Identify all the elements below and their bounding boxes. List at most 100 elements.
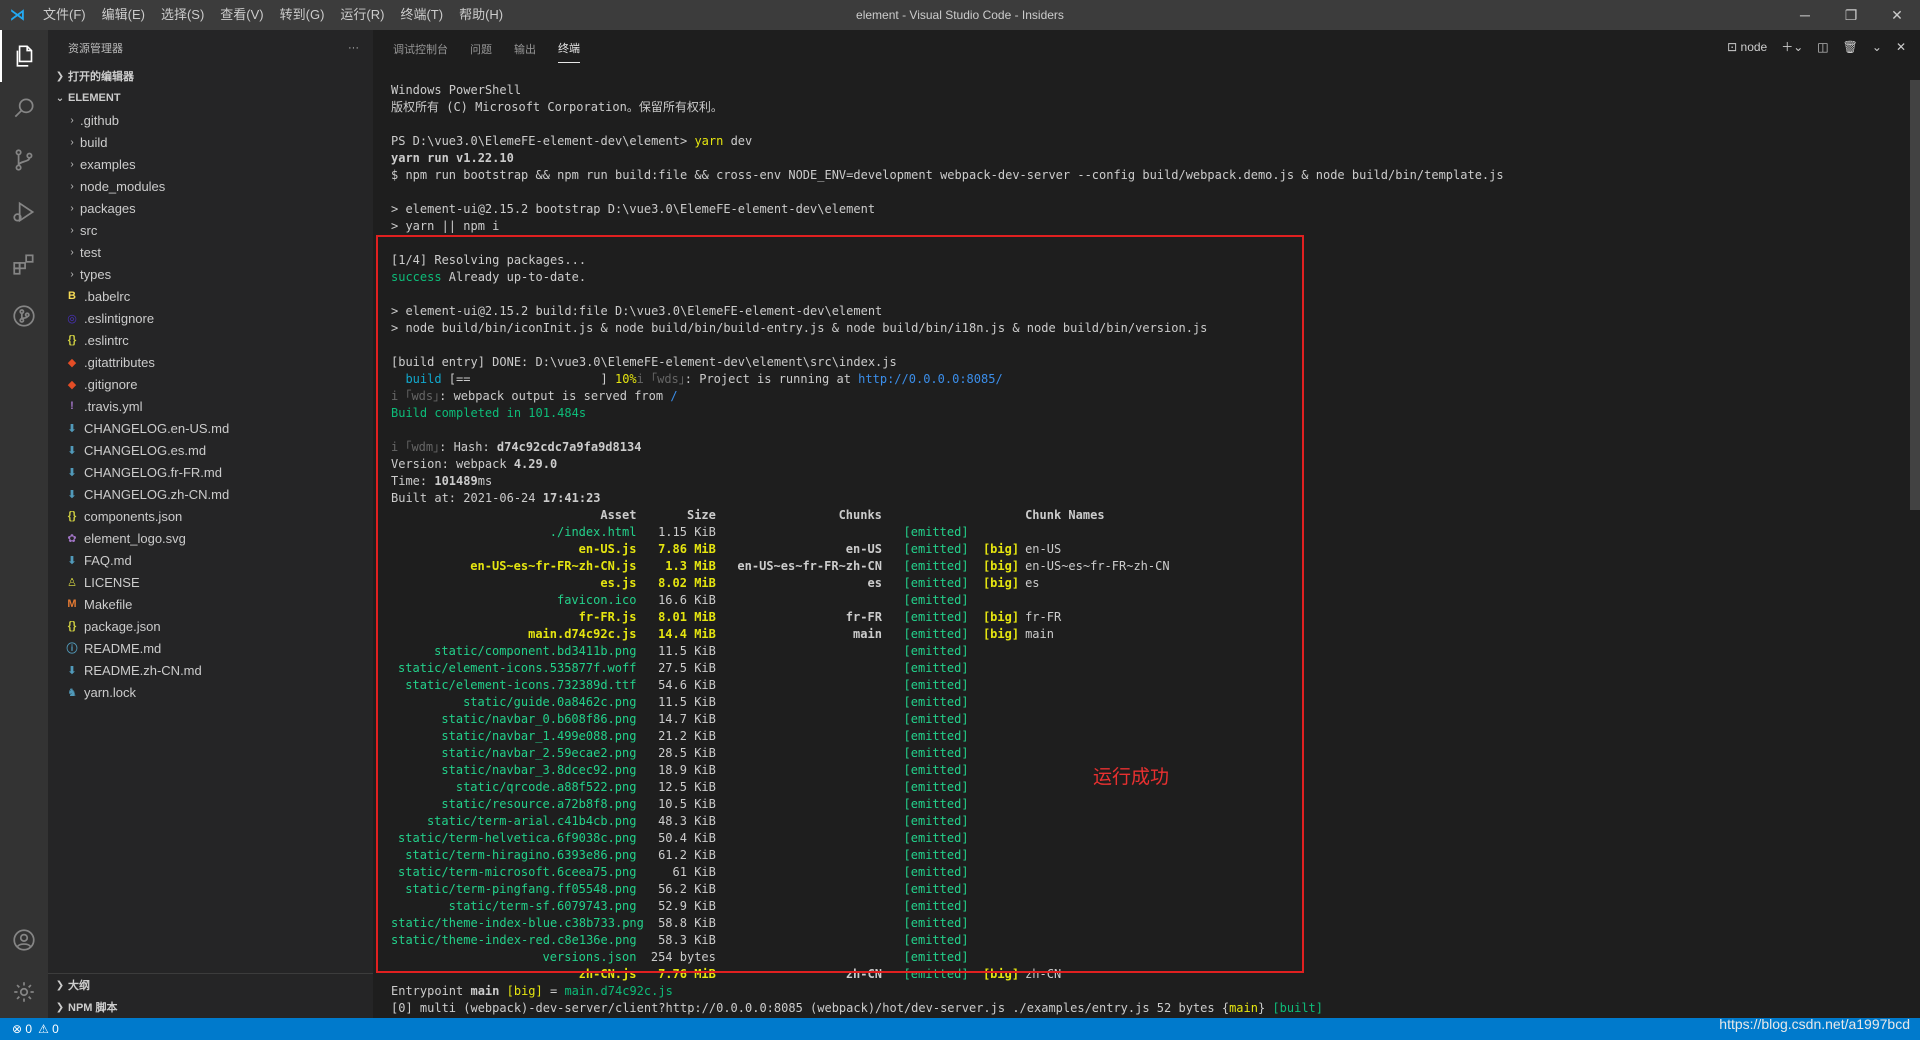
eslint-icon: ◎ bbox=[67, 312, 77, 325]
terminal-panel: 调试控制台 问题 输出 终端 ⊡ node ＋⌄ ◫ 🗑 ⌄ ✕ Windows Po… bbox=[373, 30, 1920, 1018]
asset-emitted: [emitted] bbox=[903, 542, 969, 556]
folder-section[interactable]: ⌄ ELEMENT bbox=[48, 87, 373, 109]
tree-item-label: examples bbox=[80, 156, 136, 172]
menu-item[interactable]: 编辑(E) bbox=[94, 0, 153, 30]
menu-item[interactable]: 文件(F) bbox=[35, 0, 94, 30]
npm-scripts-section[interactable]: ❯ NPM 脚本 bbox=[48, 996, 373, 1018]
minimize-icon[interactable]: ─ bbox=[1782, 0, 1828, 30]
tree-file[interactable]: ⬇ FAQ.md bbox=[48, 549, 373, 571]
asset-big: [big] bbox=[982, 542, 1020, 556]
asset-chunks: main bbox=[853, 627, 882, 641]
asset-row: fr-FR.js 8.01 MiB fr-FR [emitted] [big] fr-FR bbox=[391, 609, 1891, 626]
terminal-text: [== ] bbox=[448, 372, 615, 386]
run-debug-icon[interactable] bbox=[0, 186, 48, 238]
outline-section[interactable]: ❯ 大纲 bbox=[48, 974, 373, 996]
asset-big: [big] bbox=[982, 576, 1020, 590]
search-icon[interactable] bbox=[0, 82, 48, 134]
maximize-panel-icon[interactable]: ⌄ bbox=[1872, 40, 1882, 54]
tree-file[interactable]: ⬇ CHANGELOG.fr-FR.md bbox=[48, 461, 373, 483]
tree-file[interactable]: {} .eslintrc bbox=[48, 329, 373, 351]
menu-item[interactable]: 运行(R) bbox=[332, 0, 392, 30]
asset-chunk-names: en-US~es~fr-FR~zh-CN bbox=[1025, 559, 1170, 573]
restore-icon[interactable]: ❐ bbox=[1828, 0, 1874, 30]
menu-item[interactable]: 选择(S) bbox=[153, 0, 212, 30]
asset-size: 7.76 MiB bbox=[658, 967, 716, 981]
tree-file[interactable]: ◆ .gitignore bbox=[48, 373, 373, 395]
tree-file[interactable]: ⬇ README.zh-CN.md bbox=[48, 659, 373, 681]
activity-bar bbox=[0, 30, 48, 1018]
asset-row: static/term-helvetica.6f9038c.png 50.4 Ki… bbox=[391, 830, 1891, 847]
tree-file[interactable]: ◆ .gitattributes bbox=[48, 351, 373, 373]
tree-folder[interactable]: › build bbox=[48, 131, 373, 153]
terminal-line: Entrypoint main [big] = main.d74c92c.js bbox=[391, 983, 1891, 1000]
tree-file[interactable]: M Makefile bbox=[48, 593, 373, 615]
tree-item-label: .github bbox=[80, 112, 120, 128]
asset-name: static/element-icons.535877f.woff bbox=[398, 661, 637, 675]
tree-file[interactable]: ⬇ CHANGELOG.zh-CN.md bbox=[48, 483, 373, 505]
new-terminal-icon[interactable]: ＋⌄ bbox=[1781, 38, 1803, 55]
tree-folder[interactable]: › .github bbox=[48, 109, 373, 131]
open-editors-section[interactable]: ❯ 打开的编辑器 bbox=[48, 65, 373, 87]
warnings-count[interactable]: ⚠ 0 bbox=[38, 1022, 59, 1036]
asset-emitted: [emitted] bbox=[903, 967, 969, 981]
close-panel-icon[interactable]: ✕ bbox=[1896, 40, 1906, 54]
panel-tab[interactable]: 输出 bbox=[514, 33, 536, 63]
tree-file[interactable]: ⓘ README.md bbox=[48, 637, 373, 659]
menu-item[interactable]: 终端(T) bbox=[392, 0, 451, 30]
asset-row: static/term-arial.c41b4cb.png 48.3 KiB [em… bbox=[391, 813, 1891, 830]
tree-item-label: CHANGELOG.fr-FR.md bbox=[84, 464, 222, 480]
tree-folder[interactable]: › node_modules bbox=[48, 175, 373, 197]
terminal-text: > yarn || npm i bbox=[391, 219, 500, 233]
panel-tab[interactable]: 调试控制台 bbox=[393, 33, 448, 63]
tree-folder[interactable]: › src bbox=[48, 219, 373, 241]
tree-file[interactable]: ◎ .eslintignore bbox=[48, 307, 373, 329]
more-actions-icon[interactable]: ··· bbox=[348, 42, 359, 54]
tree-folder[interactable]: › packages bbox=[48, 197, 373, 219]
tree-file[interactable]: ! .travis.yml bbox=[48, 395, 373, 417]
asset-name: static/element-icons.732389d.ttf bbox=[405, 678, 637, 692]
tree-folder[interactable]: › test bbox=[48, 241, 373, 263]
terminal-output[interactable]: Windows PowerShell 版权所有 (C) Microsoft Cor… bbox=[391, 82, 1891, 1017]
panel-tab[interactable]: 终端 bbox=[558, 32, 580, 63]
errors-count[interactable]: ⊗ 0 bbox=[12, 1022, 32, 1036]
menu-item[interactable]: 转到(G) bbox=[272, 0, 333, 30]
terminal-selector[interactable]: ⊡ node bbox=[1727, 40, 1767, 54]
tree-folder[interactable]: › examples bbox=[48, 153, 373, 175]
tree-file[interactable]: ⬇ CHANGELOG.en-US.md bbox=[48, 417, 373, 439]
asset-row: versions.json 254 bytes [emitted] bbox=[391, 949, 1891, 966]
split-terminal-icon[interactable]: ◫ bbox=[1817, 40, 1828, 54]
settings-gear-icon[interactable] bbox=[0, 966, 48, 1018]
terminal-text: dev bbox=[723, 134, 753, 148]
terminal-scrollbar[interactable] bbox=[1910, 80, 1920, 510]
asset-size: 8.01 MiB bbox=[658, 610, 716, 624]
babel-icon: B bbox=[68, 290, 76, 302]
account-icon[interactable] bbox=[0, 914, 48, 966]
asset-size: 1.3 MiB bbox=[665, 559, 716, 573]
tree-folder[interactable]: › types bbox=[48, 263, 373, 285]
tree-file[interactable]: {} package.json bbox=[48, 615, 373, 637]
tree-file[interactable]: ✿ element_logo.svg bbox=[48, 527, 373, 549]
tree-item-label: CHANGELOG.en-US.md bbox=[84, 420, 230, 436]
tree-file[interactable]: ♙ LICENSE bbox=[48, 571, 373, 593]
asset-emitted: [emitted] bbox=[903, 678, 969, 692]
tree-file[interactable]: ⬇ CHANGELOG.es.md bbox=[48, 439, 373, 461]
extensions-icon[interactable] bbox=[0, 238, 48, 290]
tree-file[interactable]: {} components.json bbox=[48, 505, 373, 527]
asset-emitted: [emitted] bbox=[903, 712, 969, 726]
explorer-icon[interactable] bbox=[0, 30, 48, 82]
tree-file[interactable]: ♞ yarn.lock bbox=[48, 681, 373, 703]
close-icon[interactable]: ✕ bbox=[1874, 0, 1920, 30]
git-graph-icon[interactable] bbox=[0, 290, 48, 342]
asset-name: static/qrcode.a88f522.png bbox=[455, 780, 637, 794]
chevron-right-icon: › bbox=[70, 224, 74, 236]
asset-name: en-US~es~fr-FR~zh-CN.js bbox=[470, 559, 637, 573]
panel-tab[interactable]: 问题 bbox=[470, 33, 492, 63]
kill-terminal-icon[interactable]: 🗑 bbox=[1843, 40, 1858, 54]
menu-item[interactable]: 帮助(H) bbox=[451, 0, 511, 30]
source-control-icon[interactable] bbox=[0, 134, 48, 186]
menu-item[interactable]: 查看(V) bbox=[212, 0, 271, 30]
tree-file[interactable]: B .babelrc bbox=[48, 285, 373, 307]
asset-name: static/navbar_2.59ecae2.png bbox=[441, 746, 637, 760]
